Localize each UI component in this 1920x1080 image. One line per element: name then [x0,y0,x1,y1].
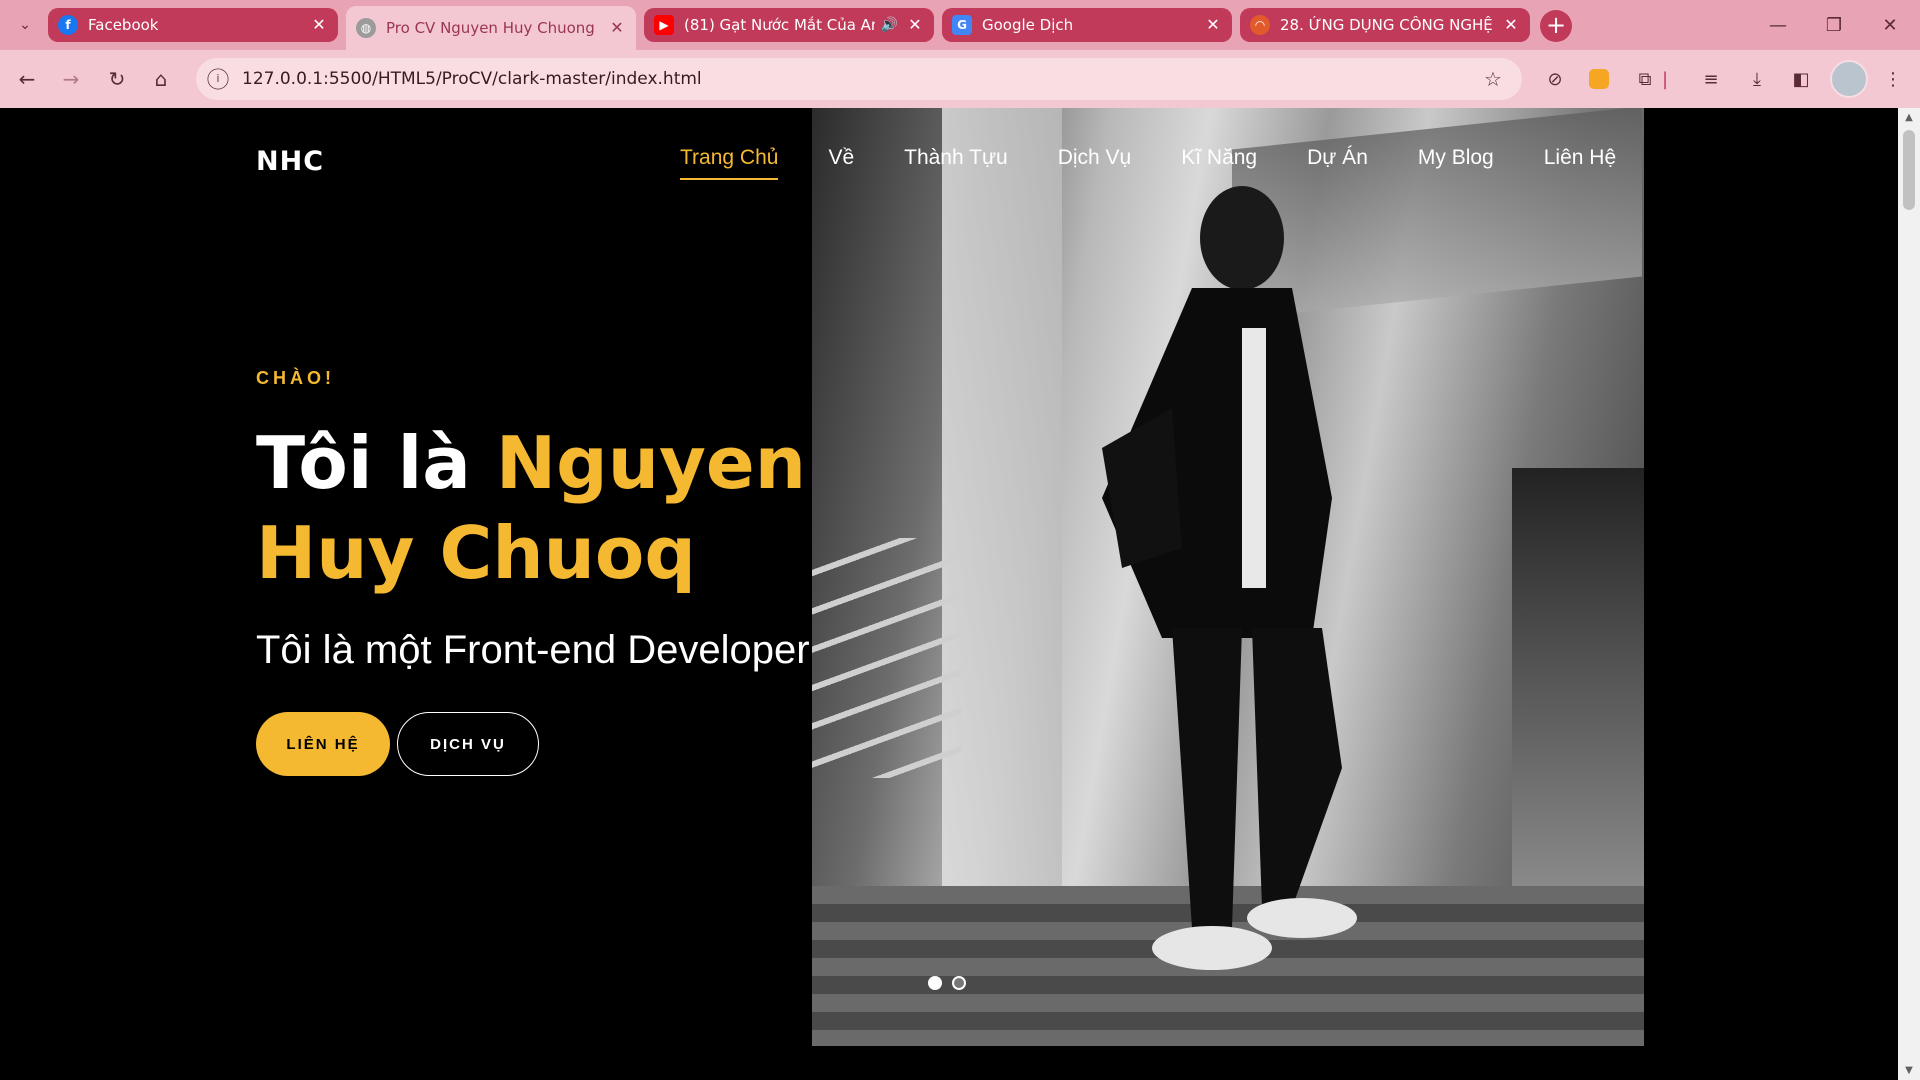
bookmark-star-icon[interactable]: ☆ [1478,67,1508,91]
nav-item-du-an[interactable]: Dự Án [1282,146,1393,170]
back-arrow-icon[interactable]: ← [10,62,44,96]
toolbar-divider: | [1661,68,1669,90]
person-silhouette [1102,186,1357,970]
google-translate-icon: G [952,15,972,35]
reload-icon[interactable]: ↻ [100,62,134,96]
site-logo[interactable]: NHC [256,146,324,177]
tab-title: Pro CV Nguyen Huy Chuong [386,19,595,37]
facebook-icon: f [58,15,78,35]
tab-strip: ⌄ f Facebook ✕ ◍ Pro CV Nguyen Huy Chuon… [0,0,1920,50]
side-panel-icon[interactable]: ◧ [1784,62,1818,96]
restore-icon[interactable]: ❐ [1806,0,1862,50]
nav-item-trang-chu[interactable]: Trang Chủ [680,146,803,180]
hero-headline: Tôi là Nguyen Huy Chuoq [256,418,896,598]
hero-subline: Tôi là một Front-end Developer [256,628,810,672]
site-info-icon[interactable]: i [207,68,229,90]
close-tab-icon[interactable]: ✕ [310,16,328,34]
tab-facebook[interactable]: f Facebook ✕ [48,8,338,42]
browser-toolbar: ← → ↻ ⌂ i 127.0.0.1:5500/HTML5/ProCV/cla… [0,50,1920,108]
headline-prefix: Tôi là [256,421,496,505]
close-tab-icon[interactable]: ✕ [1502,16,1520,34]
profile-avatar[interactable] [1830,60,1868,98]
close-tab-icon[interactable]: ✕ [608,19,626,37]
photo-corridor [1512,468,1644,888]
close-window-icon[interactable]: ✕ [1862,0,1918,50]
tab-title: 28. ỨNG DỤNG CÔNG NGHỆ TI [1280,16,1494,34]
tab-title: Facebook [88,16,159,34]
tab-pro-cv[interactable]: ◍ Pro CV Nguyen Huy Chuong ✕ [346,6,636,50]
nav-item-dich-vu[interactable]: Dịch Vụ [1033,146,1157,170]
nav-item-ki-nang[interactable]: Kĩ Năng [1156,146,1282,170]
course-icon: ◠ [1250,15,1270,35]
page-viewport: NHC Trang Chủ Về Thành Tựu Dịch Vụ Kĩ Nă… [0,108,1898,1080]
close-tab-icon[interactable]: ✕ [906,16,924,34]
nav-item-ve[interactable]: Về [803,146,879,170]
globe-icon: ◍ [356,18,376,38]
nav-item-thanh-tuu[interactable]: Thành Tựu [879,146,1033,170]
extensions-puzzle-icon[interactable]: ⧉ [1628,62,1662,96]
tab-search-chevron-icon[interactable]: ⌄ [12,12,38,38]
forward-arrow-icon[interactable]: → [54,62,88,96]
scrollbar-thumb[interactable] [1903,130,1915,210]
nav-item-my-blog[interactable]: My Blog [1393,146,1519,170]
speaker-icon[interactable]: 🔊 [881,17,898,33]
slider-dot[interactable] [928,976,942,990]
hero-greeting: CHÀO! [256,368,335,388]
tab-google-translate[interactable]: G Google Dịch ✕ [942,8,1232,42]
nav-item-lien-he[interactable]: Liên Hệ [1519,146,1641,170]
extension-disabled-icon[interactable]: ⊘ [1538,62,1572,96]
main-nav: Trang Chủ Về Thành Tựu Dịch Vụ Kĩ Năng D… [680,146,1641,180]
scroll-down-icon[interactable]: ▼ [1903,1065,1915,1076]
slider-dot[interactable] [952,976,966,990]
extension-orange-icon[interactable] [1582,62,1616,96]
tab-course[interactable]: ◠ 28. ỨNG DỤNG CÔNG NGHỆ TI ✕ [1240,8,1530,42]
media-queue-icon[interactable]: ≡ [1694,62,1728,96]
services-button[interactable]: DỊCH VỤ [397,712,539,776]
download-icon[interactable]: ⤓ [1740,62,1774,96]
page-scrollbar[interactable]: ▲ ▼ [1898,108,1920,1080]
tab-youtube[interactable]: ▶ (81) Gạt Nước Mắt Của Anh 🔊 ✕ [644,8,934,42]
scroll-up-icon[interactable]: ▲ [1903,112,1915,123]
close-tab-icon[interactable]: ✕ [1204,16,1222,34]
menu-kebab-icon[interactable]: ⋮ [1876,62,1910,96]
address-bar[interactable]: i 127.0.0.1:5500/HTML5/ProCV/clark-maste… [196,58,1522,100]
hero-photo [812,108,1644,1046]
slider-dots [928,976,966,990]
home-icon[interactable]: ⌂ [144,62,178,96]
new-tab-button[interactable]: + [1540,10,1572,42]
tab-title: (81) Gạt Nước Mắt Của Anh [684,16,875,34]
youtube-icon: ▶ [654,15,674,35]
tab-title: Google Dịch [982,16,1074,34]
minimize-icon[interactable]: — [1750,0,1806,50]
url-text[interactable]: 127.0.0.1:5500/HTML5/ProCV/clark-master/… [242,69,1478,89]
contact-button[interactable]: LIÊN HỆ [256,712,390,776]
